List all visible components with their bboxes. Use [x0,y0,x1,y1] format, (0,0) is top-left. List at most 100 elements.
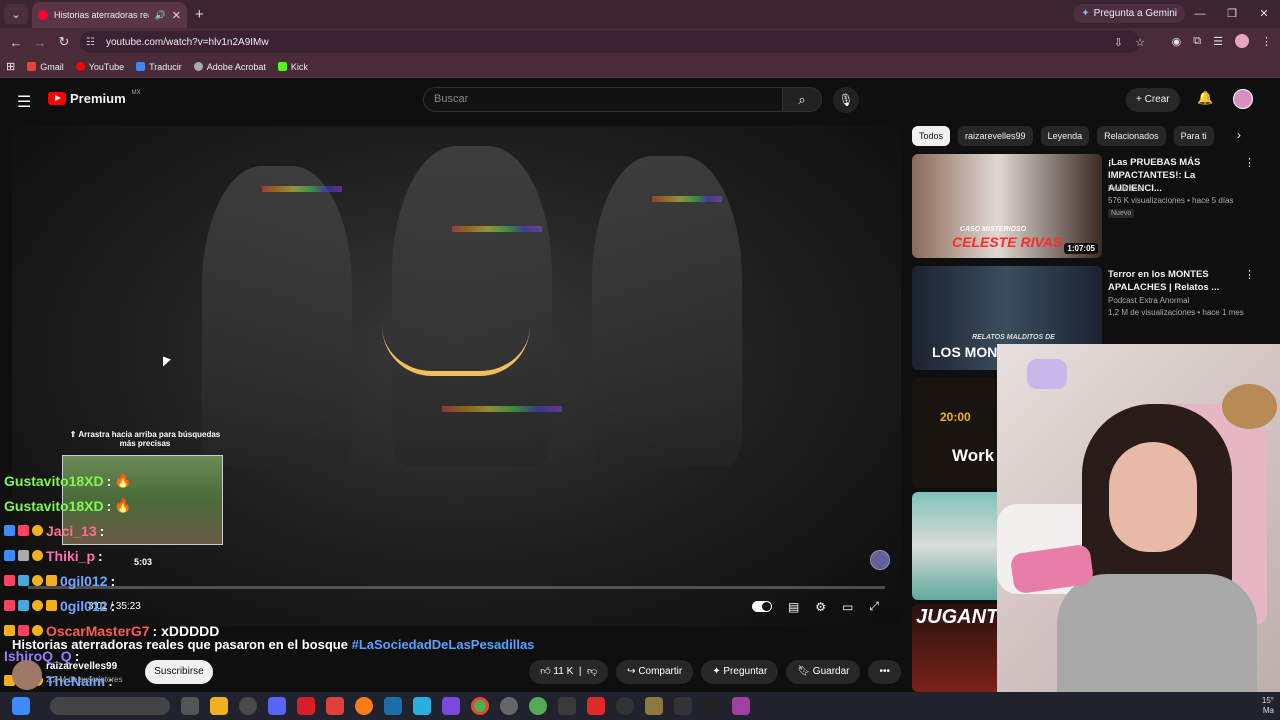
search-icon: ⌕ [798,92,806,107]
youtube-premium-logo[interactable]: Premium MX [48,90,141,106]
restore-icon[interactable]: ❐ [1216,0,1248,28]
app-icon[interactable] [587,697,605,715]
settings-taskbar-icon[interactable] [500,697,518,715]
speaker-icon[interactable]: 🔊 [155,10,166,21]
chip-relacionados[interactable]: Relacionados [1097,126,1166,146]
bookmark-star-icon[interactable]: ☆ [1135,36,1145,49]
menu-dots-icon[interactable]: ⋮ [1261,35,1272,48]
search-input[interactable]: Buscar [423,87,783,112]
steam-icon[interactable] [384,697,402,715]
autoplay-toggle[interactable] [751,601,772,612]
app-icon[interactable] [558,697,576,715]
recommendation-title: Terror en los MONTES APALACHES | Relatos… [1108,269,1220,293]
search-taskbar-icon[interactable] [50,697,170,715]
recommendation-views: 1,2 M de visualizaciones • hace 1 mes [1108,308,1244,317]
chat-line: Jaci_13 : [4,518,304,543]
hamburger-menu-icon[interactable]: ☰ [17,92,31,112]
fullscreen-icon[interactable]: ⤢ [869,599,879,614]
chrome-icon[interactable] [471,697,489,715]
close-tab-icon[interactable]: ✕ [172,9,181,22]
chat-message: : [110,597,116,614]
subtitles-icon[interactable]: ▤ [788,600,799,614]
channel-watermark[interactable] [870,550,890,570]
voice-search-button[interactable]: 🎙 [833,87,859,113]
app-icon[interactable] [645,697,663,715]
chat-message: : [98,547,103,564]
epic-games-icon[interactable] [703,697,721,715]
like-button[interactable]: 👍︎ 11 K | 👎︎ [529,660,609,684]
video-actions: 👍︎ 11 K | 👎︎ ↪ Compartir ✦ Preguntar 🔖︎ … [529,660,901,684]
bookmark-adobe-acrobat[interactable]: Adobe Acrobat [193,62,266,72]
gemini-label: Pregunta a Gemini [1093,8,1177,19]
extension-icon[interactable]: ◉ [1172,35,1182,48]
thumbnail-text: CELESTE RIVAS [952,234,1063,250]
chevron-right-icon[interactable]: › [1237,128,1241,142]
chip-channel[interactable]: raizarevelles99 [958,126,1033,146]
app-icon[interactable] [674,697,692,715]
minimize-icon[interactable]: — [1184,0,1216,28]
chat-message: : [99,522,105,539]
recommendation-item[interactable]: CASO MISTERIOSO CELESTE RIVAS 1:07:05 ¡L… [912,154,1257,258]
reload-icon[interactable]: ↻ [52,34,76,50]
bookmark-traducir[interactable]: Traducir [136,62,182,72]
app-icon[interactable] [239,697,257,715]
ask-button[interactable]: ✦ Preguntar [701,660,779,684]
install-app-icon[interactable]: ⇩ [1114,36,1123,49]
settings-gear-icon[interactable]: ⚙ [815,600,826,614]
notifications-bell-icon[interactable]: 🔔 [1197,90,1213,106]
app-icon[interactable] [413,697,431,715]
app-icon[interactable] [442,697,460,715]
more-actions-button[interactable]: ••• [868,660,901,684]
chip-todos[interactable]: Todos [912,126,951,146]
chat-message: : [110,572,116,589]
new-tab-button[interactable]: + [195,6,204,23]
save-button[interactable]: 🔖︎ Guardar [786,660,861,684]
profile-avatar[interactable] [1235,34,1249,48]
windows-start-icon[interactable] [12,697,30,715]
site-info-icon[interactable]: ☷ [86,37,100,48]
app-icon[interactable] [529,697,547,715]
theater-mode-icon[interactable]: ▭ [842,600,853,614]
subscribe-button[interactable]: Suscribirse [145,660,213,684]
video-hashtag[interactable]: #LaSociedadDeLasPesadillas [352,637,535,652]
gemini-button[interactable]: ✦ Pregunta a Gemini [1073,4,1185,23]
app-icon[interactable] [326,697,344,715]
bookmark-youtube[interactable]: YouTube [75,62,124,72]
thumbs-down-icon[interactable]: 👎︎ [587,666,597,677]
forward-icon[interactable]: → [28,35,52,50]
bookmark-gmail[interactable]: Gmail [27,62,64,72]
badge-icon [18,550,29,561]
weather-widget[interactable]: 15° Ma [1262,696,1274,716]
badge-icon [18,625,29,636]
recommendation-thumbnail[interactable]: CASO MISTERIOSO CELESTE RIVAS 1:07:05 [912,154,1102,258]
address-bar[interactable]: ☷ youtube.com/watch?v=hlv1n2A9IMw [80,31,1140,53]
channel-name[interactable]: raizarevelles99 [46,661,117,672]
puzzle-icon[interactable]: ⧉ [1193,35,1201,48]
app-icon[interactable] [732,697,750,715]
kick-icon [277,62,287,71]
badge-icon [18,575,29,586]
share-button[interactable]: ↪ Compartir [616,660,694,684]
more-vert-icon[interactable]: ⋮ [1244,268,1255,281]
channel-avatar[interactable] [12,660,42,690]
4k-downloader-icon[interactable] [616,697,634,715]
back-icon[interactable]: ← [4,35,28,50]
badge-icon [32,550,43,561]
chip-para-ti[interactable]: Para ti [1173,126,1214,146]
bookmark-kick[interactable]: Kick [277,62,308,72]
close-window-icon[interactable]: ✕ [1248,0,1280,28]
file-explorer-icon[interactable] [210,697,228,715]
create-button[interactable]: + Crear [1126,88,1180,112]
reading-list-icon[interactable]: ☰ [1213,35,1223,48]
netflix-icon[interactable] [297,697,315,715]
discord-icon[interactable] [268,697,286,715]
account-avatar[interactable] [1233,89,1253,109]
chip-leyenda[interactable]: Leyenda [1040,126,1090,146]
tab-list-button[interactable]: ⌄ [4,4,28,24]
more-vert-icon[interactable]: ⋮ [1244,156,1255,169]
browser-tab-active[interactable]: Historias aterradoras reale 🔊 ✕ [32,2,187,28]
apps-grid-icon[interactable]: ⊞ [6,60,15,73]
task-view-icon[interactable] [181,697,199,715]
search-button[interactable]: ⌕ [782,87,822,112]
firefox-icon[interactable] [355,697,373,715]
